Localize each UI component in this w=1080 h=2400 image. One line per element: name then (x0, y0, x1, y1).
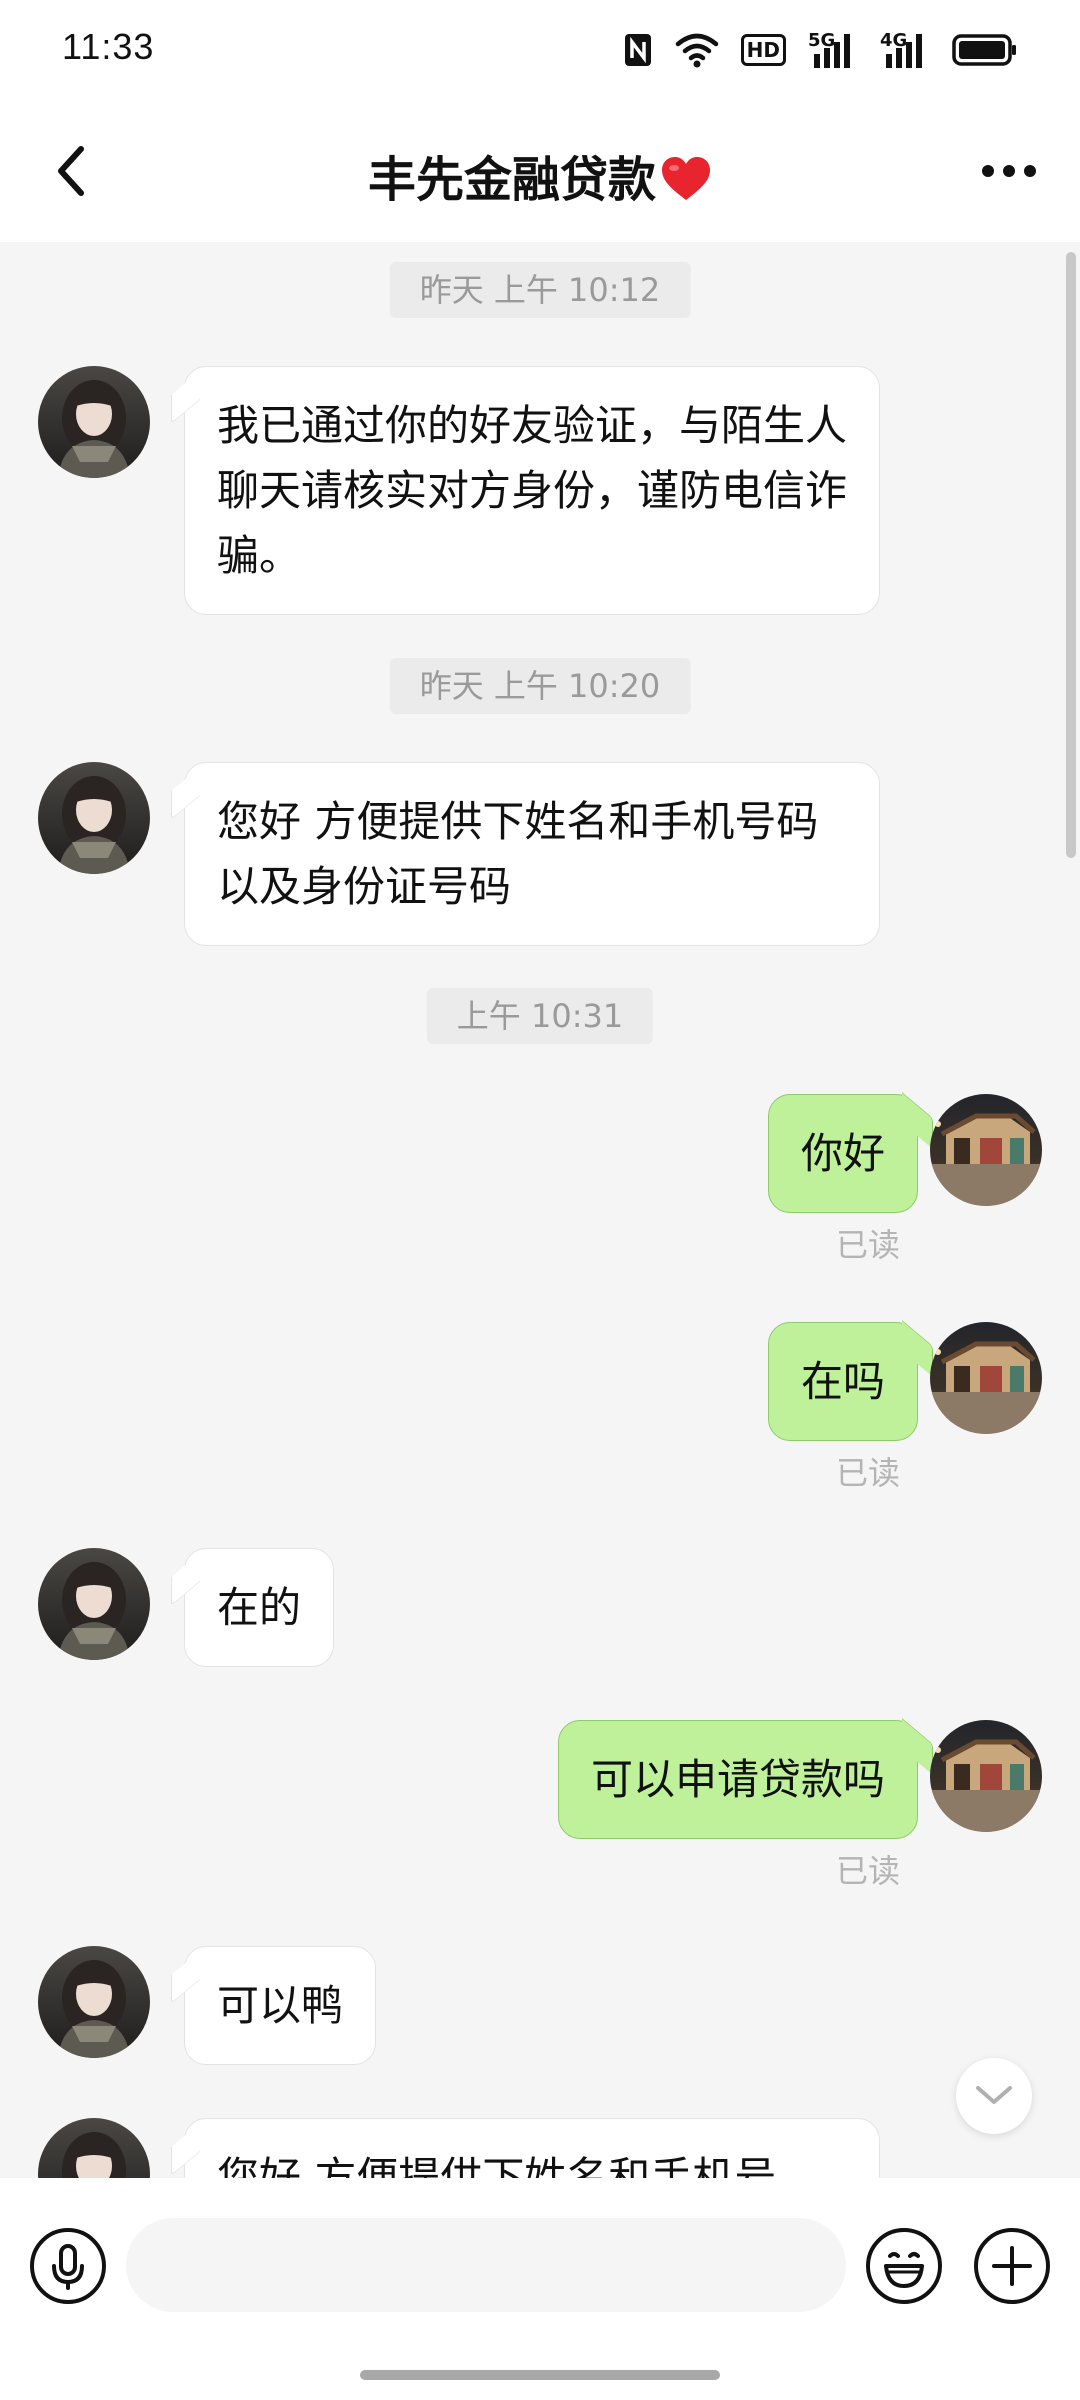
wifi-icon (675, 32, 719, 68)
status-icons: HD 5G 4G (623, 28, 1018, 72)
voice-button[interactable] (28, 2226, 108, 2306)
nfc-icon (623, 32, 653, 68)
read-receipt: 已读 (835, 1454, 900, 1492)
message-text: 您好 方便提供下姓名和手机号 (217, 2153, 777, 2178)
received-message-bubble[interactable]: 可以鸭 (184, 1946, 377, 2065)
sent-message-bubble[interactable]: 可以申请贷款吗 (557, 1720, 918, 1839)
plus-icon (974, 2228, 1050, 2304)
my-avatar[interactable] (930, 1094, 1042, 1206)
chat-message-list[interactable]: 昨天 上午 10:12 我已通过你的好友验证，与陌生人聊天请核实对方身份，谨防电… (0, 242, 1080, 2178)
emoji-icon (866, 2228, 942, 2304)
chat-title: 丰先金融贷款 (367, 152, 656, 208)
read-receipt: 已读 (835, 1852, 900, 1890)
message-text: 可以申请贷款吗 (590, 1755, 885, 1804)
message-text: 可以鸭 (217, 1981, 344, 2030)
battery-icon (952, 33, 1018, 67)
chat-header: 丰先金融贷款 (0, 100, 1080, 242)
received-message-bubble[interactable]: 您好 方便提供下姓名和手机号码以及身份证号码 (184, 762, 880, 946)
message-input[interactable] (126, 2218, 846, 2312)
received-message-bubble[interactable]: 您好 方便提供下姓名和手机号 (184, 2118, 880, 2178)
signal-4g-icon: 4G (880, 30, 930, 68)
message-text: 我已通过你的好友验证，与陌生人聊天请核实对方身份，谨防电信诈骗。 (217, 401, 848, 580)
message-text: 在吗 (800, 1357, 885, 1406)
home-indicator[interactable] (360, 2370, 720, 2380)
sent-message-bubble[interactable]: 你好 (767, 1094, 918, 1213)
received-message-bubble[interactable]: 我已通过你的好友验证，与陌生人聊天请核实对方身份，谨防电信诈骗。 (184, 366, 880, 615)
microphone-icon (30, 2228, 106, 2304)
my-avatar[interactable] (930, 1322, 1042, 1434)
more-dots-icon (982, 165, 1036, 177)
message-timestamp: 昨天 上午 10:12 (389, 262, 691, 318)
message-timestamp: 昨天 上午 10:20 (389, 658, 691, 714)
message-timestamp: 上午 10:31 (426, 988, 654, 1044)
emoji-button[interactable] (864, 2226, 944, 2306)
signal-5g-icon: 5G (808, 30, 858, 68)
more-options-button[interactable] (974, 146, 1044, 196)
contact-avatar[interactable] (38, 1548, 150, 1660)
sent-message-bubble[interactable]: 在吗 (767, 1322, 918, 1441)
contact-avatar[interactable] (38, 762, 150, 874)
status-time: 11:33 (62, 26, 155, 67)
received-message-bubble[interactable]: 在的 (184, 1548, 335, 1667)
scroll-to-bottom-button[interactable] (956, 2058, 1032, 2134)
more-actions-button[interactable] (972, 2226, 1052, 2306)
page-title: 丰先金融贷款 (0, 140, 1080, 210)
heart-icon (662, 157, 710, 200)
message-text: 你好 (800, 1129, 885, 1178)
hd-label: HD (746, 38, 780, 62)
message-input-bar (0, 2178, 1080, 2400)
my-avatar[interactable] (930, 1720, 1042, 1832)
chat-scrollbar[interactable] (1066, 252, 1076, 858)
contact-avatar[interactable] (38, 366, 150, 478)
contact-avatar[interactable] (38, 1946, 150, 2058)
contact-avatar[interactable] (38, 2118, 150, 2178)
chevron-down-icon (976, 2086, 1012, 2104)
hd-icon: HD (740, 34, 786, 66)
message-text: 在的 (217, 1583, 302, 1632)
status-bar: 11:33 HD 5G 4G (0, 0, 1080, 100)
read-receipt: 已读 (835, 1226, 900, 1264)
message-text: 您好 方便提供下姓名和手机号码以及身份证号码 (217, 797, 819, 911)
